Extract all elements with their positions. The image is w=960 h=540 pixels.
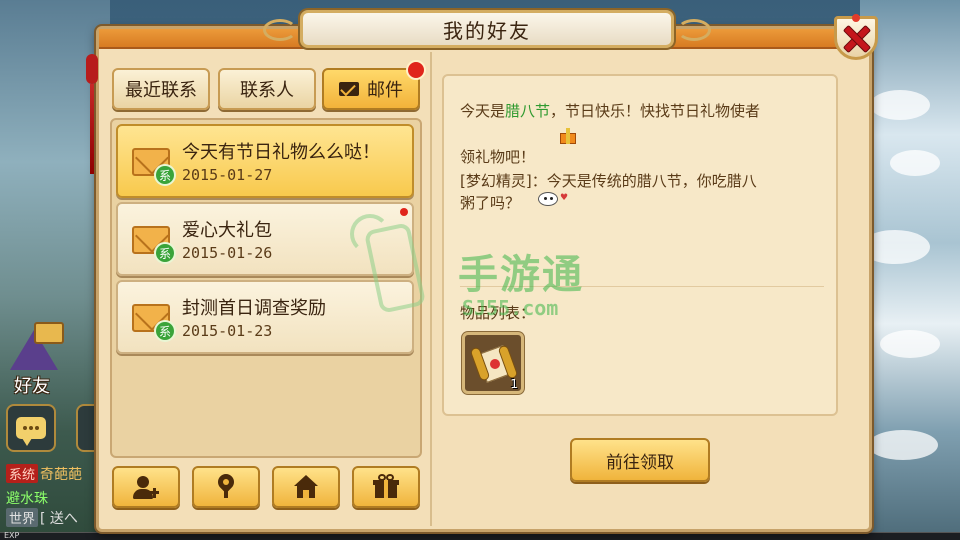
add-friend-icon xyxy=(133,474,159,500)
mail-title: 今天有节日礼物么么哒！ xyxy=(182,142,380,163)
gift-button[interactable] xyxy=(352,466,420,508)
unread-dot xyxy=(400,208,408,216)
dialog-title: 我的好友 xyxy=(443,18,531,43)
mail-date: 2015-01-27 xyxy=(182,166,273,184)
home-button[interactable] xyxy=(272,466,340,508)
message-text: 今天是 xyxy=(460,102,506,120)
chat-text: [ 送へ xyxy=(40,511,78,527)
exp-bar: EXP xyxy=(0,532,960,540)
mail-list-item[interactable]: 系 封测首日调查奖励 2015-01-23 xyxy=(116,280,414,354)
mail-notification-icon xyxy=(34,322,64,344)
message-highlight: 腊八节 xyxy=(505,102,551,120)
mail-list-item[interactable]: 系 爱心大礼包 2015-01-26 xyxy=(116,202,414,276)
chat-line: 避水珠 xyxy=(6,488,48,508)
notification-badge xyxy=(406,60,426,80)
message-line-2: 领礼物吧！ xyxy=(460,148,536,166)
add-friend-button[interactable] xyxy=(112,466,180,508)
location-pin-icon xyxy=(213,470,239,500)
dialog-title-plate: 我的好友 xyxy=(263,10,711,48)
tab-recent-contacts[interactable]: 最近联系 xyxy=(112,68,210,110)
heart-icon: ♥ xyxy=(560,193,569,203)
chat-channel-tag: 世界 xyxy=(6,508,39,527)
tab-label: 联系人 xyxy=(240,80,294,101)
gift-icon xyxy=(373,474,399,500)
attachment-item-slot[interactable]: 1 xyxy=(462,332,524,394)
gift-emote-icon xyxy=(558,128,578,144)
system-badge: 系 xyxy=(154,242,176,264)
claim-button-label: 前往领取 xyxy=(606,452,674,473)
message-text: ，节日快乐！快找节日礼物使者 xyxy=(550,102,761,120)
mail-list-item[interactable]: 系 今天有节日礼物么么哒！ 2015-01-27 xyxy=(116,124,414,198)
close-icon xyxy=(843,25,869,51)
envelope-icon xyxy=(339,82,359,96)
mail-title: 爱心大礼包 xyxy=(182,220,272,241)
content-separator xyxy=(460,286,824,287)
friends-hud-label: 好友 xyxy=(14,376,50,397)
exp-label: EXP xyxy=(4,531,20,540)
home-icon xyxy=(293,474,319,500)
system-badge: 系 xyxy=(154,164,176,186)
tab-label: 邮件 xyxy=(367,80,403,101)
scroll-icon xyxy=(469,343,519,385)
mail-date: 2015-01-26 xyxy=(182,244,273,262)
chat-button[interactable] xyxy=(6,404,56,452)
item-count: 1 xyxy=(510,377,518,391)
friends-hud-button[interactable]: 好友 xyxy=(4,322,64,400)
message-line-4: 粥了吗？ xyxy=(460,194,521,212)
chat-text: 避水珠 xyxy=(6,491,48,507)
chat-channel-tag: 系统 xyxy=(6,464,39,483)
swirl-ornament xyxy=(677,19,711,41)
items-list-label: 物品列表： xyxy=(460,304,536,322)
chat-line: 系统 奇葩葩 xyxy=(6,464,82,484)
mail-date: 2015-01-23 xyxy=(182,322,273,340)
tab-mail[interactable]: 邮件 xyxy=(322,68,420,110)
message-line-3: [梦幻精灵]：今天是传统的腊八节，你吃腊八 xyxy=(460,172,757,190)
close-button[interactable] xyxy=(834,16,878,60)
tab-label: 最近联系 xyxy=(125,80,197,101)
chat-bubble-icon xyxy=(16,417,46,446)
mail-title: 封测首日调查奖励 xyxy=(182,298,326,319)
message-line-1: 今天是腊八节，节日快乐！快找节日礼物使者 xyxy=(460,100,760,121)
chat-line: 世界[ 送へ xyxy=(6,508,78,528)
chat-text: 奇葩葩 xyxy=(40,467,83,483)
tassel-decoration xyxy=(86,54,98,174)
tab-contacts[interactable]: 联系人 xyxy=(218,68,316,110)
location-button[interactable] xyxy=(192,466,260,508)
emoticon-face-icon xyxy=(538,192,558,206)
swirl-ornament xyxy=(263,19,297,41)
panel-divider xyxy=(430,52,432,526)
pin-dot xyxy=(852,14,860,22)
claim-button[interactable]: 前往领取 xyxy=(570,438,710,482)
background-scenery-right xyxy=(860,0,960,540)
system-badge: 系 xyxy=(154,320,176,342)
